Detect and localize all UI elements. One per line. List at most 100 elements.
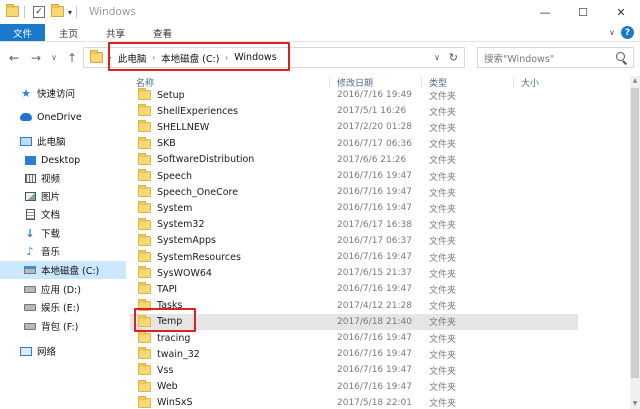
close-button[interactable]: ✕ xyxy=(602,0,640,24)
list-item[interactable]: Speech 2016/7/16 19:47 文件夹 xyxy=(130,168,578,184)
folder-icon xyxy=(138,169,151,181)
new-folder-icon[interactable] xyxy=(51,4,65,18)
file-date: 2016/7/16 19:47 xyxy=(337,349,412,360)
tab-file[interactable]: 文件 xyxy=(0,24,46,41)
file-name: WinSxS xyxy=(157,397,193,409)
scroll-down-arrow-icon[interactable]: ▼ xyxy=(630,399,640,409)
maximize-button[interactable]: ☐ xyxy=(564,0,602,24)
file-date: 2016/7/16 19:47 xyxy=(337,381,412,392)
properties-icon[interactable]: ✓ xyxy=(33,6,45,18)
desktop-icon xyxy=(24,155,36,166)
help-icon[interactable]: ? xyxy=(621,26,634,39)
folder-icon xyxy=(138,233,151,246)
file-date: 2017/6/15 21:37 xyxy=(337,268,412,279)
list-item[interactable]: SystemApps 2016/7/17 06:37 文件夹 xyxy=(130,233,578,249)
list-item[interactable]: System32 2017/6/17 16:38 文件夹 xyxy=(130,217,578,233)
list-item[interactable]: WinSxS 2017/5/18 22:01 文件夹 xyxy=(130,395,578,409)
file-type: 文件夹 xyxy=(429,350,457,361)
tab-home[interactable]: 主页 xyxy=(45,24,92,41)
list-item[interactable]: twain_32 2016/7/16 19:47 文件夹 xyxy=(130,346,578,362)
nav-item-onedrive[interactable]: OneDrive xyxy=(0,108,126,126)
list-item[interactable]: ShellExperiences 2017/5/1 16:26 文件夹 xyxy=(130,103,578,119)
nav-item-pictures[interactable]: 图片 xyxy=(0,187,126,205)
nav-item-documents[interactable]: 文档 xyxy=(0,205,126,223)
folder-icon xyxy=(6,4,20,18)
file-type: 文件夹 xyxy=(429,237,457,248)
nav-item-quick-access[interactable]: ★ 快速访问 xyxy=(0,84,126,102)
nav-item-label: 下载 xyxy=(41,229,61,240)
nav-item-network[interactable]: 网络 xyxy=(0,342,126,360)
nav-item-local-disk-c[interactable]: 本地磁盘 (C:) xyxy=(0,261,126,279)
list-item[interactable]: SoftwareDistribution 2017/6/6 21:26 文件夹 xyxy=(130,152,578,168)
file-type: 文件夹 xyxy=(429,302,457,313)
file-name: Speech xyxy=(157,170,192,182)
file-name: TAPI xyxy=(157,283,178,295)
nav-item-music[interactable]: ♪ 音乐 xyxy=(0,242,126,260)
list-item[interactable]: SystemResources 2016/7/16 19:47 文件夹 xyxy=(130,249,578,265)
up-button[interactable]: ↑ xyxy=(64,51,80,65)
search-input[interactable]: 搜索"Windows" xyxy=(477,47,634,68)
picture-icon xyxy=(24,191,36,202)
file-date: 2016/7/16 19:47 xyxy=(337,365,412,376)
file-type: 文件夹 xyxy=(429,156,457,167)
music-icon: ♪ xyxy=(26,244,34,258)
document-icon xyxy=(24,208,36,220)
window-title: Windows xyxy=(89,6,136,18)
file-date: 2016/7/16 19:47 xyxy=(337,333,412,343)
file-date: 2017/6/17 16:38 xyxy=(337,219,412,230)
nav-item-label: 应用 (D:) xyxy=(41,285,81,296)
list-item[interactable]: SKB 2016/7/17 06:36 文件夹 xyxy=(130,136,578,152)
tab-view[interactable]: 查看 xyxy=(139,24,186,41)
drive-icon xyxy=(24,284,36,295)
nav-item-label: 娱乐 (E:) xyxy=(41,303,80,314)
nav-item-videos[interactable]: 视频 xyxy=(0,169,126,187)
file-name: tracing xyxy=(157,332,191,344)
list-item[interactable]: SHELLNEW 2017/2/20 01:28 文件夹 xyxy=(130,119,578,135)
list-item[interactable]: Setup 2016/7/16 19:49 文件夹 xyxy=(130,87,578,103)
nav-item-drive-e[interactable]: 娱乐 (E:) xyxy=(0,298,126,316)
nav-item-downloads[interactable]: ↓ 下载 xyxy=(0,224,126,242)
refresh-icon[interactable]: ↻ xyxy=(449,51,458,64)
file-name: System32 xyxy=(157,219,205,231)
file-type: 文件夹 xyxy=(429,285,457,296)
ribbon-right-controls: ∨ ? xyxy=(609,26,634,39)
list-item[interactable]: Speech_OneCore 2016/7/16 19:47 文件夹 xyxy=(130,184,578,200)
nav-item-drive-d[interactable]: 应用 (D:) xyxy=(0,280,126,298)
folder-icon xyxy=(138,266,151,279)
nav-item-this-pc[interactable]: 此电脑 xyxy=(0,132,126,150)
list-item[interactable]: TAPI 2016/7/16 19:47 文件夹 xyxy=(130,281,578,297)
list-item[interactable]: tracing 2016/7/16 19:47 文件夹 xyxy=(130,330,578,346)
search-icon[interactable] xyxy=(615,51,629,65)
file-name: ShellExperiences xyxy=(157,105,239,117)
file-date: 2016/7/16 19:47 xyxy=(337,203,412,214)
minimize-button[interactable]: — xyxy=(526,0,564,24)
list-item[interactable]: Vss 2016/7/16 19:47 文件夹 xyxy=(130,362,578,378)
list-item[interactable]: Web 2016/7/16 19:47 文件夹 xyxy=(130,379,578,395)
folder-icon xyxy=(138,104,151,117)
file-name: SKB xyxy=(157,138,176,150)
file-type: 文件夹 xyxy=(429,221,457,232)
back-button[interactable]: ← xyxy=(6,51,22,65)
customize-quick-access-chevron-icon[interactable]: ▾ xyxy=(68,8,72,17)
scroll-up-arrow-icon[interactable]: ▲ xyxy=(630,76,640,86)
file-type: 文件夹 xyxy=(429,204,457,215)
list-item[interactable]: SysWOW64 2017/6/15 21:37 文件夹 xyxy=(130,265,578,281)
vertical-scrollbar[interactable]: ▲ ▼ xyxy=(630,76,640,409)
list-item[interactable]: Tasks 2017/4/12 21:28 文件夹 xyxy=(130,298,578,314)
nav-item-desktop[interactable]: Desktop xyxy=(0,151,126,169)
forward-button[interactable]: → xyxy=(28,51,44,65)
tab-share[interactable]: 共享 xyxy=(92,24,139,41)
file-type: 文件夹 xyxy=(429,123,457,134)
folder-icon xyxy=(138,250,151,262)
ribbon-tabs: 文件 主页 共享 查看 ∨ ? xyxy=(0,24,640,42)
file-date: 2016/7/16 19:47 xyxy=(337,252,412,262)
scrollbar-thumb[interactable] xyxy=(631,88,639,378)
folder-icon xyxy=(138,201,151,214)
list-item[interactable]: System 2016/7/16 19:47 文件夹 xyxy=(130,200,578,216)
list-item[interactable]: Temp 2017/6/18 21:40 文件夹 xyxy=(130,313,578,330)
computer-icon xyxy=(20,136,32,147)
expand-ribbon-chevron-icon[interactable]: ∨ xyxy=(609,28,615,37)
recent-locations-button[interactable]: ∨ xyxy=(48,53,60,62)
address-history-chevron-icon[interactable]: ∨ xyxy=(434,53,440,62)
nav-item-drive-f[interactable]: 背包 (F:) xyxy=(0,317,126,335)
